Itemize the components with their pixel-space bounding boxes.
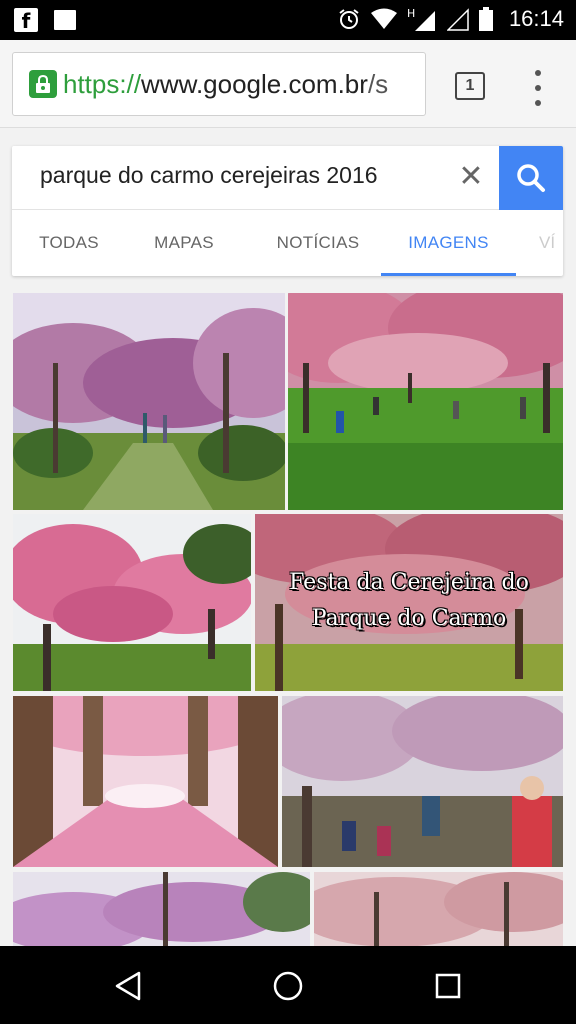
signal-icon: [446, 8, 469, 31]
home-button[interactable]: [268, 966, 308, 1006]
tab-todas[interactable]: TODAS: [26, 210, 112, 276]
image-result[interactable]: [288, 293, 563, 510]
lock-icon: [29, 70, 57, 98]
url-bar[interactable]: https://www.google.com.br/s: [12, 52, 426, 116]
search-button[interactable]: [499, 146, 563, 210]
tab-switcher-button[interactable]: 1: [455, 72, 485, 100]
status-time: 16:14: [508, 6, 564, 31]
search-tabs: TODAS MAPAS NOTÍCIAS IMAGENS VÍ: [12, 210, 563, 276]
image-caption-line2: Parque do Carmo: [311, 606, 507, 631]
image-result[interactable]: [13, 872, 310, 946]
tab-noticias[interactable]: NOTÍCIAS: [262, 210, 374, 276]
browser-toolbar: https://www.google.com.br/s 1: [0, 40, 576, 128]
wifi-icon: [370, 8, 397, 29]
battery-icon: [478, 7, 493, 31]
url-text: https://www.google.com.br/s: [63, 69, 388, 100]
signal-h-icon: H: [407, 7, 435, 31]
alarm-icon: [339, 9, 359, 29]
back-button[interactable]: [108, 966, 148, 1006]
clear-search-button[interactable]: ✕: [456, 162, 486, 192]
recents-icon: [435, 973, 461, 999]
search-row: parque do carmo cerejeiras 2016 ✕: [12, 146, 563, 210]
tab-imagens[interactable]: IMAGENS: [381, 210, 516, 276]
image-result[interactable]: [282, 696, 563, 867]
facebook-icon: f: [14, 8, 38, 33]
back-icon: [115, 971, 141, 1001]
image-result[interactable]: [13, 293, 285, 510]
image-result[interactable]: [314, 872, 563, 946]
image-icon: [54, 10, 76, 30]
overflow-menu-button[interactable]: [528, 68, 548, 108]
url-scheme: https://: [63, 68, 142, 99]
home-icon: [273, 971, 303, 1001]
image-result[interactable]: Festa da Cerejeira do Parque do Carmo: [255, 514, 563, 691]
image-result[interactable]: [13, 696, 278, 867]
image-result[interactable]: [13, 514, 251, 691]
svg-text:H: H: [407, 7, 415, 20]
image-caption-line1: Festa da Cerejeira do: [289, 570, 529, 595]
search-icon: [517, 164, 545, 192]
url-path: /s: [367, 68, 389, 99]
url-host: www.google.com.br: [141, 68, 368, 99]
status-bar: f H 16:14: [0, 0, 576, 40]
recents-button[interactable]: [428, 966, 468, 1006]
search-input[interactable]: parque do carmo cerejeiras 2016: [40, 162, 378, 189]
search-card: parque do carmo cerejeiras 2016 ✕ TODAS …: [12, 146, 563, 276]
tab-videos[interactable]: VÍ: [539, 210, 563, 276]
tab-mapas[interactable]: MAPAS: [138, 210, 230, 276]
system-nav-bar: [0, 946, 576, 1024]
